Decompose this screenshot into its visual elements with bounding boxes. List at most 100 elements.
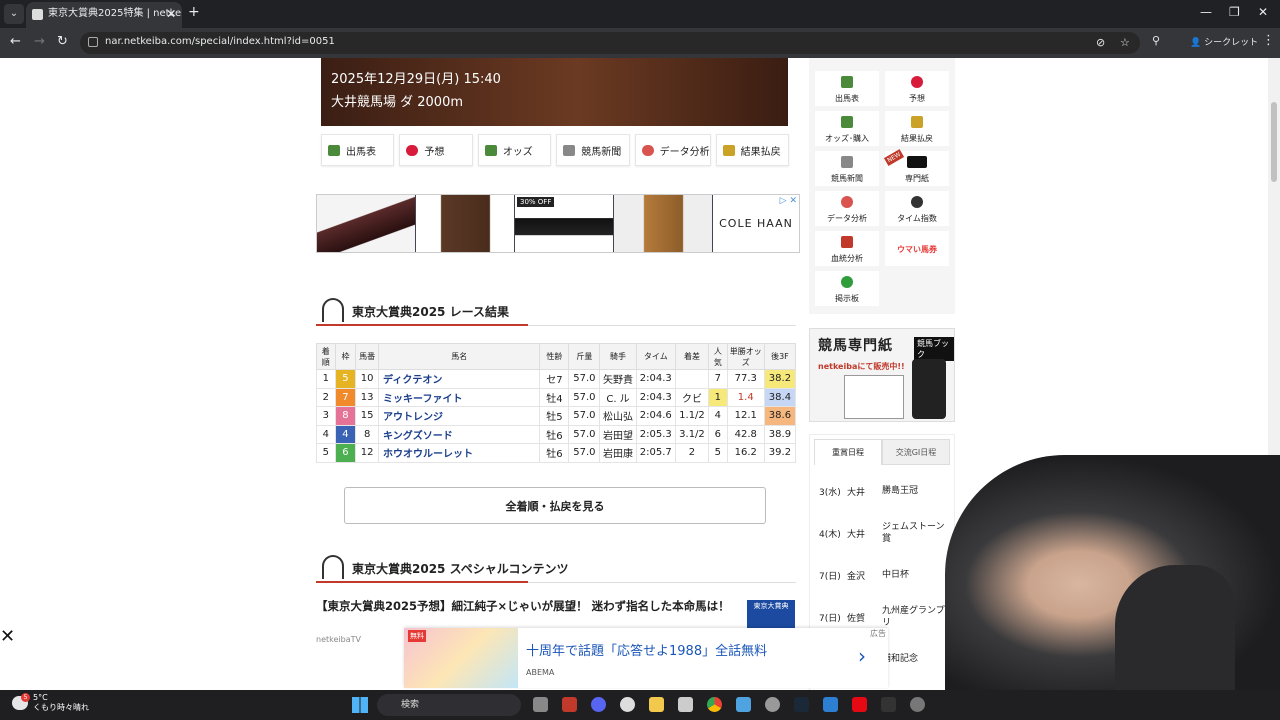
windows-start-icon[interactable] [352,697,368,713]
list-item[interactable]: 7(日) 金沢 中日杯 [819,569,949,582]
notepad-icon[interactable] [823,697,838,712]
target-icon [911,76,923,88]
jockey-link[interactable]: C. ル [599,387,637,407]
bookmark-star-icon[interactable]: ☆ [1120,36,1130,49]
section-underline [316,324,528,326]
sidebar-item-results[interactable]: 結果払戻 [885,111,949,146]
horse-name-link[interactable]: キングズソード [378,424,541,444]
sidebar-item-data-analysis[interactable]: データ分析 [815,191,879,226]
expert-paper-banner[interactable]: 競馬専門紙 競馬ブック netkeibaにて販売中!! [809,328,955,422]
back-button[interactable]: ← [10,34,21,49]
menu-icon[interactable]: ⋮ [1262,33,1275,48]
menu-button-newspaper[interactable]: 競馬新聞 [556,134,630,166]
list-item[interactable]: 4(木) 大井 ジェムストーン賞 [819,521,949,545]
ad-product-jacket[interactable] [614,195,713,252]
chatgpt-icon[interactable] [620,697,635,712]
odds-icon [484,144,497,156]
cell-last3f: 39.2 [763,443,797,463]
app-icon[interactable] [736,697,751,712]
list-item[interactable]: 7(日) 佐賀 九州産グランプリ [819,605,949,629]
reload-button[interactable]: ↻ [57,34,68,49]
scrollbar-thumb[interactable] [1271,102,1277,182]
maximize-button[interactable]: ❐ [1229,5,1240,19]
taskbar-search[interactable]: 検索 [377,694,521,716]
weather-widget[interactable]: 5°C くもり時々晴れ [33,693,89,713]
sidebar-item-odds[interactable]: オッズ･購入 [815,111,879,146]
cell-odds: 12.1 [726,406,765,426]
ad-title[interactable]: 十周年で話題「応答せよ1988」全話無料 [526,640,767,659]
url-text[interactable]: nar.netkeiba.com/special/index.html?id=0… [105,36,335,47]
sidebar-item-bbs[interactable]: 掲示板 [815,271,879,306]
sidebar-item-entries[interactable]: 出馬表 [815,71,879,106]
menu-button-results[interactable]: 結果払戻 [715,134,790,166]
app-icon[interactable] [562,697,577,712]
incognito-label: シークレット [1204,38,1259,48]
file-explorer-icon[interactable] [649,697,664,712]
task-view-icon[interactable] [533,697,548,712]
bottom-ad-banner[interactable]: 無料 十周年で話題「応答せよ1988」全話無料 ABEMA › 広告 [404,628,888,688]
tab-graded-schedule[interactable]: 重賞日程 [814,439,882,465]
menu-button-odds[interactable]: オッズ [477,134,552,166]
cell-sexage: 牡6 [539,443,570,463]
cell-pos: 1 [316,369,336,389]
sidebar-item-newspaper[interactable]: 競馬新聞 [815,151,879,186]
col-header: 単勝オッズ [726,343,765,370]
sidebar-menu: 出馬表 予想 オッズ･購入 結果払戻 競馬新聞 専門紙 NEW データ分析 タイム… [809,58,955,314]
store-icon[interactable] [678,697,693,712]
netflix-icon[interactable] [852,697,867,712]
shoe-ad-banner[interactable]: 30% OFF COLE HAAN ▷ ✕ [316,194,800,253]
banner-subtitle: netkeibaにて販売中!! [818,362,905,371]
col-header: 騎手 [599,343,637,370]
tab-g1-schedule[interactable]: 交流GI日程 [882,439,950,465]
sidebar-item-prediction[interactable]: 予想 [885,71,949,106]
horse-name-link[interactable]: アウトレンジ [378,406,541,426]
cell-weight: 57.0 [568,406,601,426]
sidebar-item-umai-baken[interactable]: ウマい馬券 [885,231,949,266]
view-all-results-button[interactable]: 全着順・払戻を見る [344,487,766,524]
jockey-link[interactable]: 松山弘 [599,406,637,426]
obs-icon[interactable] [765,697,780,712]
ad-product-pants[interactable] [416,195,515,252]
active-tab[interactable]: 東京大賞典2025特集 | netkeiba ✕ [26,2,182,28]
ad-product-shoe[interactable] [317,195,416,252]
article-title-link[interactable]: 【東京大賞典2025予想】細江純子×じゃいが展望！ 迷わず指名した本命馬は！ [316,598,736,614]
article-thumbnail[interactable]: 東京大賞典 [747,600,795,630]
list-item[interactable]: 3(水) 大井 勝島王冠 [819,485,949,498]
close-window-button[interactable]: ✕ [1258,5,1268,19]
menu-button-entries[interactable]: 出馬表 [321,134,395,166]
chrome-icon[interactable] [707,697,722,712]
horse-name-link[interactable]: ホウオウルーレット [378,443,541,463]
sidebar-item-expert-paper[interactable]: 専門紙 NEW [883,149,949,186]
results-section-header: 東京大賞典2025 レース結果 [316,298,796,326]
sidebar-item-time-index[interactable]: タイム指数 [885,191,949,226]
horse-name-link[interactable]: ミッキーファイト [378,387,541,407]
ad-choices-icon[interactable]: ▷ ✕ [780,196,797,206]
close-tab-icon[interactable]: ✕ [166,2,176,26]
horse-name-link[interactable]: ディクテオン [378,369,541,389]
close-ad-icon[interactable]: ✕ [0,626,15,647]
menu-button-data-analysis[interactable]: データ分析 [634,134,711,166]
tracking-icon[interactable]: ⊘ [1096,36,1105,49]
jockey-link[interactable]: 岩田康 [599,443,637,463]
jockey-link[interactable]: 岩田望 [599,424,637,444]
incognito-indicator[interactable]: 👤 シークレット [1190,35,1258,48]
forward-button[interactable]: → [34,34,45,49]
epic-games-icon[interactable] [881,697,896,712]
cell-num: 12 [355,443,380,463]
target-icon [406,144,419,156]
site-info-icon[interactable] [88,37,98,47]
app-icon[interactable] [910,697,925,712]
menu-button-prediction[interactable]: 予想 [399,134,473,166]
omnibox[interactable]: nar.netkeiba.com/special/index.html?id=0… [80,32,1140,54]
extensions-icon[interactable]: ⚲ [1152,34,1160,47]
discord-icon[interactable] [591,697,606,712]
cell-waku: 8 [334,406,357,426]
chevron-right-icon[interactable]: › [858,644,866,668]
minimize-button[interactable]: — [1200,5,1212,19]
steam-icon[interactable] [794,697,809,712]
new-tab-button[interactable]: + [188,4,200,20]
sidebar-item-pedigree[interactable]: 血統分析 [815,231,879,266]
ad-product-loafer[interactable]: 30% OFF [515,195,614,252]
jockey-link[interactable]: 矢野貴 [599,369,637,389]
tab-list-button[interactable]: ⌄ [4,4,24,24]
